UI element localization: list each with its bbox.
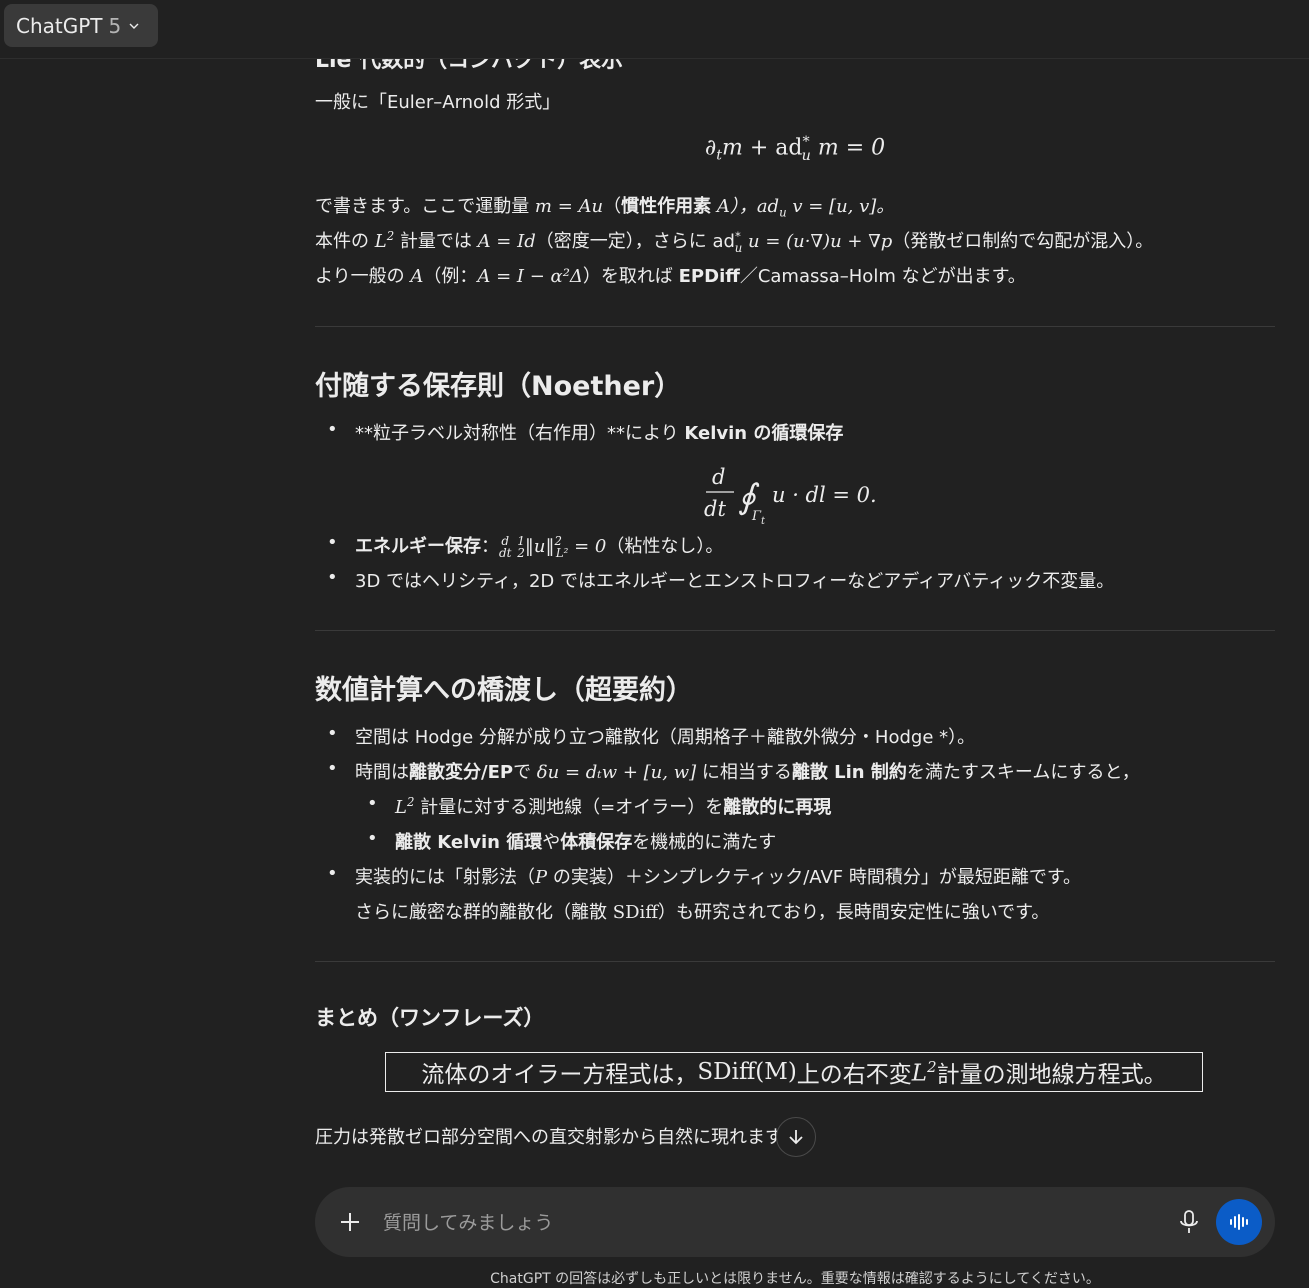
list-item-helicity: 3D ではヘリシティ，2D ではエネルギーとエンストロフィーなどアディアバティッ… (327, 567, 1114, 593)
chevron-down-icon (129, 23, 139, 29)
definition-line: で書きます。ここで運動量 m = Au（慣性作用素 A），adu v = [u,… (315, 196, 895, 220)
list-item-energy: エネルギー保存：ddt 12‖u‖2L² = 0（粘性なし）。 (327, 532, 723, 560)
model-version: 5 (108, 13, 122, 38)
section-heading-summary: まとめ（ワンフレーズ） (315, 1006, 545, 1030)
waveform-icon (1230, 1214, 1248, 1230)
summary-boxed-formula: 流体のオイラー方程式は， SDiff(M) 上の右不変 L2 計量の測地線方程式。 (385, 1052, 1203, 1092)
svg-text:dt: dt (704, 497, 726, 521)
divider (315, 326, 1275, 327)
section-heading-noether: 付随する保存則（Noether） (315, 371, 682, 402)
list-item-kelvin: **粒子ラベル対称性（右作用）**により Kelvin の循環保存 (327, 419, 843, 445)
scroll-to-bottom-button[interactable] (776, 1117, 816, 1157)
list-item-space: 空間は Hodge 分解が成り立つ離散化（周期格子＋離散外微分・Hodge *）… (327, 723, 975, 749)
arrow-down-icon (789, 1130, 803, 1145)
euler-arnold-equation: ∂tm + ad*u m = 0 (704, 134, 886, 164)
microphone-icon[interactable] (1177, 1209, 1201, 1235)
general-case-line: より一般の A（例：A = I − α²Δ）を取れば EPDiff／Camass… (315, 266, 1026, 287)
message-composer (315, 1187, 1275, 1257)
sub-list-item-kelvin: 離散 Kelvin 循環や体積保存を機械的に満たす (367, 828, 776, 854)
intro-text: 一般に「Euler–Arnold 形式」 (315, 92, 561, 113)
list-item-time: 時間は離散変分/EPで δu = dₜw + [u, w] に相当する離散 Li… (327, 758, 1140, 784)
plus-icon[interactable] (337, 1209, 363, 1235)
voice-mode-button[interactable] (1216, 1199, 1262, 1245)
kelvin-equation: d dt ∮ Γ t u · dl = 0. (315, 462, 1275, 528)
list-item-implementation: 実装的には「射影法（P の実装）＋シンプレクティック/AVF 時間積分」が最短距… (327, 863, 1081, 889)
section-heading-numerics: 数値計算への橋渡し（超要約） (315, 675, 693, 706)
svg-text:d: d (712, 465, 725, 489)
summary-last-line: 圧力は発散ゼロ部分空間への直交射影から自然に現れます。 (315, 1127, 777, 1148)
prompt-input[interactable] (381, 1205, 1145, 1241)
l2-metric-line: 本件の L2 計量では A = Id（密度一定），さらに ad*u u = (u… (315, 229, 1154, 255)
svg-text:t: t (761, 516, 766, 527)
svg-text:u · dl = 0.: u · dl = 0. (772, 483, 877, 507)
implementation-continuation: さらに厳密な群的離散化（離散 SDiff）も研究されており，長時間安定性に強いで… (355, 902, 1050, 923)
model-selector-button[interactable]: ChatGPT 5 (4, 4, 158, 47)
top-bar: ChatGPT 5 (0, 0, 1309, 59)
model-name: ChatGPT (16, 13, 103, 38)
disclaimer-text: ChatGPT の回答は必ずしも正しいとは限りません。重要な情報は確認するように… (490, 1271, 1100, 1287)
sub-list-item-geodesic: L2 計量に対する測地線（=オイラー）を離散的に再現 (367, 793, 831, 819)
divider (315, 630, 1275, 631)
divider (315, 961, 1275, 962)
